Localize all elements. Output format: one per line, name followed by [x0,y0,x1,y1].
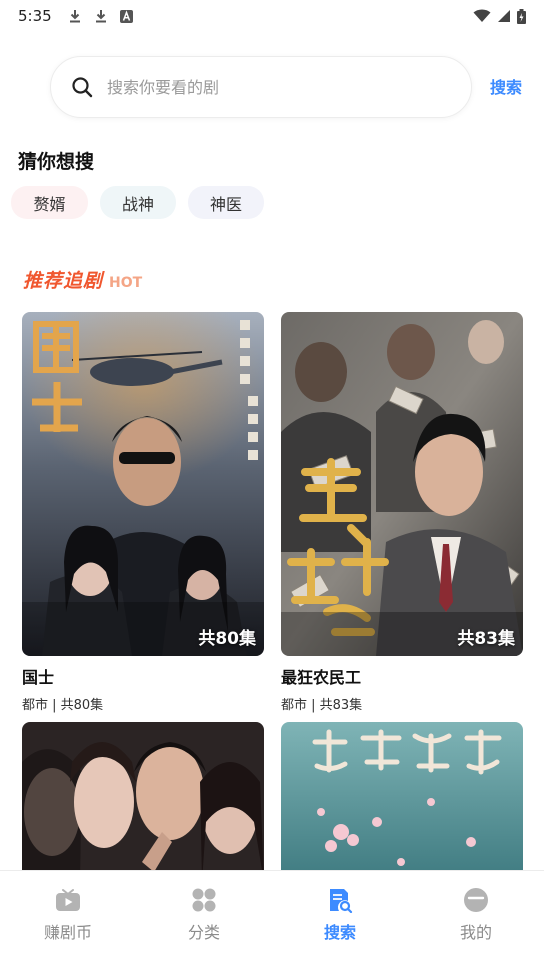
search-input[interactable] [107,77,427,97]
nav-label: 赚剧币 [43,923,92,942]
search-box[interactable] [50,56,472,118]
drama-poster[interactable]: 共83集 [281,312,523,656]
profile-face-icon [463,887,489,913]
drama-title[interactable]: 最狂农民工 [281,664,523,688]
notification-a-icon [120,9,134,23]
nav-earn-coins[interactable]: 赚剧币 [0,871,136,968]
recommend-title: 推荐追剧 [23,270,104,292]
drama-meta: 都市 | 共80集 [22,698,104,713]
status-notification-icons [68,9,134,23]
signal-icon [497,9,511,23]
status-bar: 5:35 [0,0,544,32]
drama-title[interactable]: 国士 [22,664,264,688]
search-chip[interactable]: 神医 [188,186,264,219]
nav-label: 搜索 [323,923,356,942]
drama-card[interactable]: 共80集 国士 都市 | 共80集 [22,312,264,713]
search-button[interactable]: 搜索 [490,74,522,98]
tv-play-icon [55,887,81,913]
drama-card[interactable] [22,722,264,882]
recommend-heading: 推荐追剧 HOT [23,266,142,293]
wifi-icon [473,9,491,23]
grid-category-icon [191,887,217,913]
status-time: 5:35 [18,7,52,25]
nav-profile[interactable]: 我的 [408,871,544,968]
guess-title: 猜你想搜 [18,151,95,173]
battery-charging-icon [517,8,526,24]
nav-label: 我的 [459,923,492,942]
download-icon [68,9,82,23]
drama-meta: 都市 | 共83集 [281,698,363,713]
drama-card[interactable]: 共83集 最狂农民工 都市 | 共83集 [281,312,523,713]
drama-poster[interactable] [22,722,264,882]
hot-tag: HOT [109,275,143,291]
search-chip[interactable]: 战神 [100,186,176,219]
drama-card[interactable] [281,722,523,882]
download-icon [94,9,108,23]
search-chip[interactable]: 赘婿 [11,186,88,219]
status-system-icons [473,8,526,24]
drama-poster[interactable] [281,722,523,882]
nav-search[interactable]: 搜索 [272,871,408,968]
search-icon [71,76,93,98]
nav-label: 分类 [187,923,220,942]
nav-category[interactable]: 分类 [136,871,272,968]
bottom-nav: 赚剧币 分类 搜索 我的 [0,870,544,968]
search-document-icon [327,887,353,914]
episodes-badge: 共80集 [198,629,256,649]
drama-poster[interactable]: 共80集 [22,312,264,656]
episodes-badge: 共83集 [457,629,515,649]
